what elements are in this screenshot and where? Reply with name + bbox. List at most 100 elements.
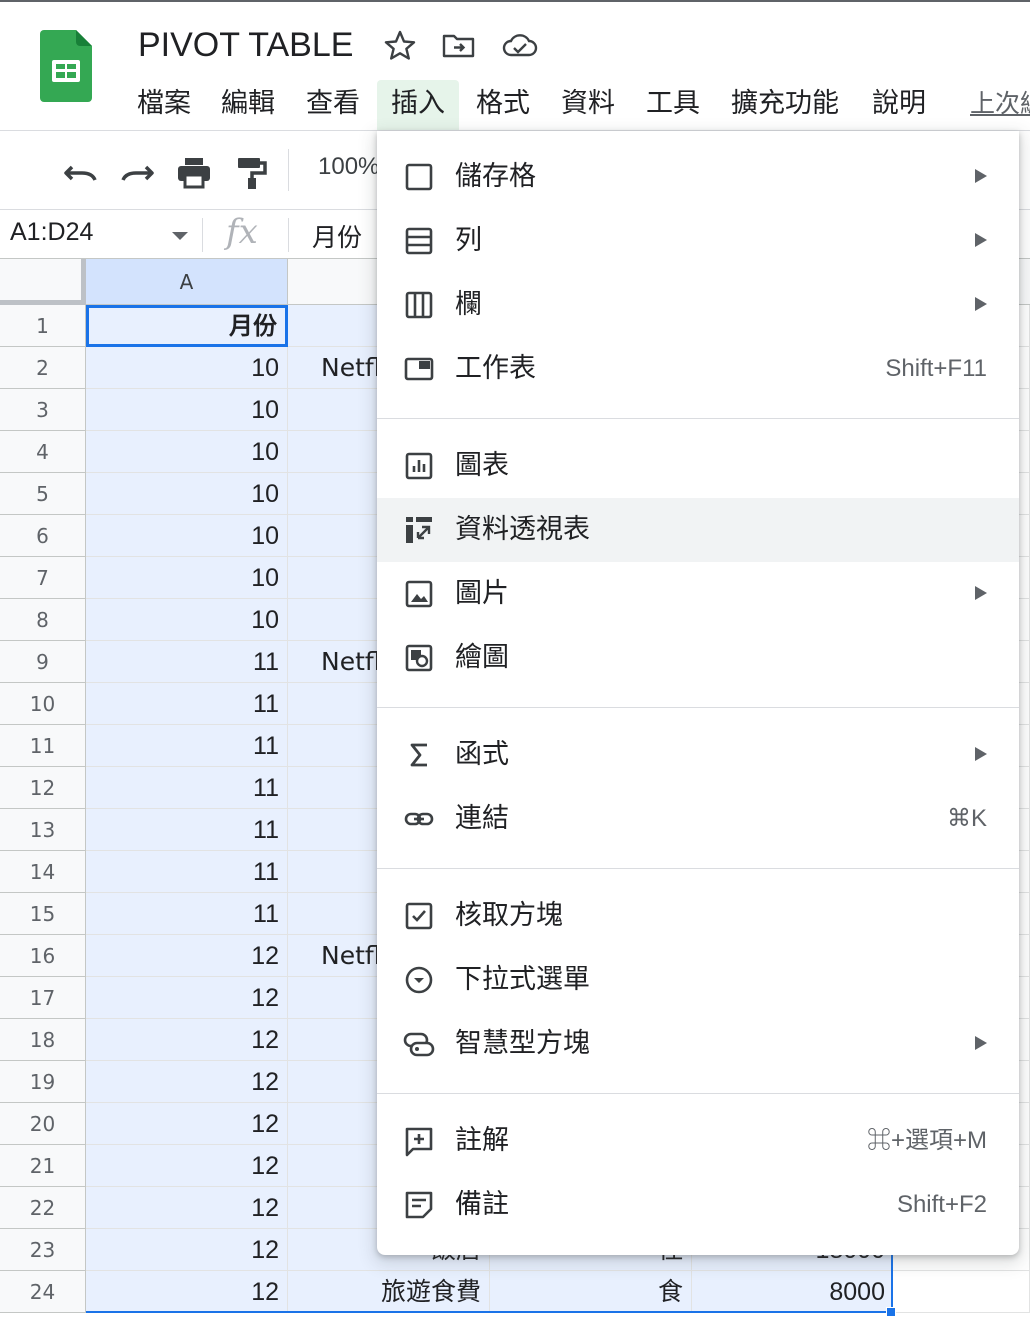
row-header[interactable]: 14 <box>0 851 86 893</box>
cell-a[interactable]: 10 <box>86 599 288 641</box>
cell-a[interactable]: 12 <box>86 1145 288 1187</box>
menu-item-rows[interactable]: 列 <box>377 209 1019 273</box>
formula-divider <box>288 218 289 252</box>
menu-item-note[interactable]: 備註 Shift+F2 <box>377 1173 1019 1237</box>
cell-a[interactable]: 10 <box>86 473 288 515</box>
cell-a[interactable]: 12 <box>86 935 288 977</box>
row-header[interactable]: 17 <box>0 977 86 1019</box>
menu-help[interactable]: 說明 <box>858 80 940 130</box>
menu-item-label: 核取方塊 <box>455 900 563 931</box>
row-header[interactable]: 2 <box>0 347 86 389</box>
dropdown-icon <box>403 964 435 996</box>
menu-insert[interactable]: 插入 <box>377 80 459 130</box>
link-icon <box>403 803 435 835</box>
menu-item-checkbox[interactable]: 核取方塊 <box>377 884 1019 948</box>
selection-border <box>86 1311 892 1313</box>
row-header[interactable]: 15 <box>0 893 86 935</box>
column-header-a[interactable]: A <box>86 259 288 305</box>
cell-a[interactable]: 10 <box>86 557 288 599</box>
row-header[interactable]: 16 <box>0 935 86 977</box>
menu-edit[interactable]: 編輯 <box>207 80 289 130</box>
menu-item-columns[interactable]: 欄 <box>377 273 1019 337</box>
print-icon[interactable] <box>176 155 212 191</box>
chevron-down-icon[interactable] <box>172 232 188 240</box>
cell-a[interactable]: 12 <box>86 1187 288 1229</box>
menu-item-link[interactable]: 連結 ⌘K <box>377 787 1019 851</box>
cloud-status-icon[interactable] <box>502 30 538 60</box>
row-header[interactable]: 9 <box>0 641 86 683</box>
row-header[interactable]: 22 <box>0 1187 86 1229</box>
menu-item-sheet[interactable]: 工作表 Shift+F11 <box>377 337 1019 401</box>
cell-a[interactable]: 12 <box>86 1229 288 1271</box>
row-header[interactable]: 5 <box>0 473 86 515</box>
menu-item-label: 圖片 <box>455 578 509 609</box>
cell-a[interactable]: 12 <box>86 1271 288 1313</box>
menu-view[interactable]: 查看 <box>292 80 374 130</box>
document-title[interactable]: PIVOT TABLE <box>138 26 353 65</box>
menu-data[interactable]: 資料 <box>547 80 629 130</box>
cell-a[interactable]: 11 <box>86 809 288 851</box>
cell-a[interactable]: 10 <box>86 431 288 473</box>
menu-item-pivot-table[interactable]: 資料透視表 <box>377 498 1019 562</box>
row-header[interactable]: 1 <box>0 305 86 347</box>
paint-format-icon[interactable] <box>234 155 270 191</box>
menu-item-chart[interactable]: 圖表 <box>377 434 1019 498</box>
cell-c[interactable]: 食 <box>490 1271 692 1313</box>
menu-item-image[interactable]: 圖片 <box>377 562 1019 626</box>
menu-item-sigma[interactable]: 函式 <box>377 723 1019 787</box>
menu-item-cell[interactable]: 儲存格 <box>377 145 1019 209</box>
move-folder-icon[interactable] <box>442 30 475 60</box>
row-header[interactable]: 3 <box>0 389 86 431</box>
cell-a[interactable]: 11 <box>86 893 288 935</box>
active-cell-a1[interactable]: 月份 <box>86 305 288 347</box>
menu-item-smart-chip[interactable]: 智慧型方塊 <box>377 1012 1019 1076</box>
cell-e[interactable] <box>892 1271 1030 1313</box>
row-header[interactable]: 21 <box>0 1145 86 1187</box>
submenu-arrow-icon <box>975 169 987 183</box>
menu-item-comment[interactable]: 註解 ⌘+選項+M <box>377 1109 1019 1173</box>
menu-format[interactable]: 格式 <box>462 80 544 130</box>
cell-a[interactable]: 12 <box>86 1103 288 1145</box>
cell-a[interactable]: 11 <box>86 725 288 767</box>
menu-item-dropdown[interactable]: 下拉式選單 <box>377 948 1019 1012</box>
cell-a[interactable]: 11 <box>86 767 288 809</box>
cell-a[interactable]: 11 <box>86 641 288 683</box>
fill-handle[interactable] <box>886 1307 896 1317</box>
formula-input[interactable]: 月份 <box>312 218 362 254</box>
menu-item-drawing[interactable]: 繪圖 <box>377 626 1019 690</box>
row-header[interactable]: 19 <box>0 1061 86 1103</box>
row-header[interactable]: 24 <box>0 1271 86 1313</box>
cell-a[interactable]: 11 <box>86 851 288 893</box>
undo-icon[interactable] <box>62 155 98 191</box>
redo-icon[interactable] <box>120 155 156 191</box>
select-all-corner[interactable] <box>0 259 86 305</box>
menu-tools[interactable]: 工具 <box>632 80 714 130</box>
cell-a[interactable]: 10 <box>86 347 288 389</box>
row-header[interactable]: 12 <box>0 767 86 809</box>
cell-a[interactable]: 12 <box>86 977 288 1019</box>
row-header[interactable]: 11 <box>0 725 86 767</box>
cell-a[interactable]: 10 <box>86 515 288 557</box>
menu-extensions[interactable]: 擴充功能 <box>717 80 853 130</box>
row-header[interactable]: 7 <box>0 557 86 599</box>
row-header[interactable]: 23 <box>0 1229 86 1271</box>
last-edit-link[interactable]: 上次編輯 <box>956 80 1030 130</box>
row-header[interactable]: 10 <box>0 683 86 725</box>
cell-a[interactable]: 11 <box>86 683 288 725</box>
insert-menu: 儲存格列欄工作表 Shift+F11 圖表 資料透視表圖片繪圖函式 連結 ⌘K 核取方塊下拉… <box>377 131 1019 1255</box>
cell-a[interactable]: 12 <box>86 1019 288 1061</box>
row-header[interactable]: 8 <box>0 599 86 641</box>
name-box[interactable]: A1:D24 <box>10 218 93 247</box>
menu-file[interactable]: 檔案 <box>123 80 205 130</box>
cell-a[interactable]: 10 <box>86 389 288 431</box>
row-header[interactable]: 20 <box>0 1103 86 1145</box>
cell-d[interactable]: 8000 <box>692 1271 892 1313</box>
zoom-select[interactable]: 100% <box>318 153 379 181</box>
row-header[interactable]: 18 <box>0 1019 86 1061</box>
row-header[interactable]: 13 <box>0 809 86 851</box>
row-header[interactable]: 6 <box>0 515 86 557</box>
cell-b[interactable]: 旅遊食費 <box>288 1271 490 1313</box>
cell-a[interactable]: 12 <box>86 1061 288 1103</box>
star-icon[interactable] <box>384 30 416 60</box>
row-header[interactable]: 4 <box>0 431 86 473</box>
